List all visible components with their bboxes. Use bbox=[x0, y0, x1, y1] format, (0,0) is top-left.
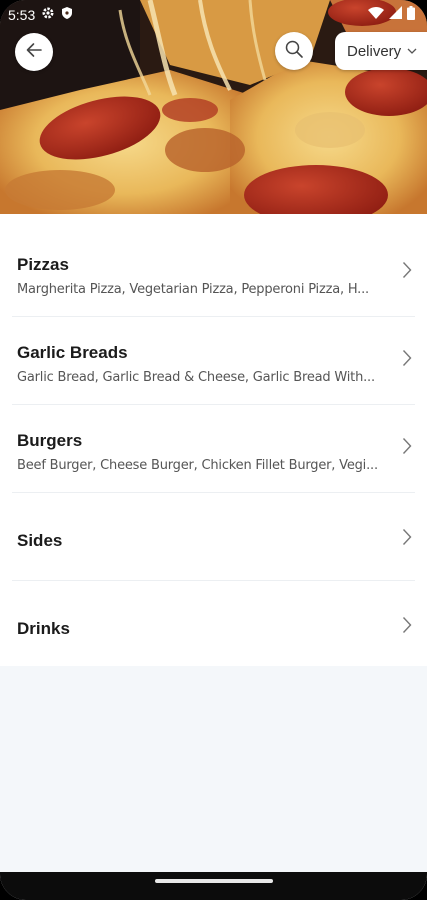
battery-icon bbox=[407, 5, 415, 25]
order-mode-dropdown[interactable]: Delivery bbox=[335, 32, 427, 70]
category-items: Margherita Pizza, Vegetarian Pizza, Pepp… bbox=[17, 282, 369, 297]
system-navigation-bar bbox=[0, 872, 427, 900]
category-title: Burgers bbox=[17, 431, 83, 450]
status-time: 5:53 bbox=[8, 7, 36, 23]
home-indicator[interactable] bbox=[154, 879, 273, 883]
category-items: Beef Burger, Cheese Burger, Chicken Fill… bbox=[17, 458, 378, 473]
category-row-drinks[interactable]: Drinks bbox=[12, 581, 415, 669]
arrow-left-icon bbox=[24, 40, 44, 65]
category-row-sides[interactable]: Sides bbox=[12, 493, 415, 581]
category-row-burgers[interactable]: Burgers Beef Burger, Cheese Burger, Chic… bbox=[12, 405, 415, 493]
chevron-right-icon bbox=[402, 528, 412, 551]
chevron-right-icon bbox=[402, 437, 412, 460]
gear-icon bbox=[41, 6, 55, 25]
category-row-pizzas[interactable]: Pizzas Margherita Pizza, Vegetarian Pizz… bbox=[12, 229, 415, 317]
chevron-right-icon bbox=[402, 261, 412, 284]
shield-icon bbox=[61, 6, 73, 25]
chevron-down-icon bbox=[407, 42, 417, 60]
search-icon bbox=[284, 39, 304, 64]
wifi-icon bbox=[368, 6, 384, 24]
category-list: Pizzas Margherita Pizza, Vegetarian Pizz… bbox=[0, 214, 427, 666]
search-button[interactable] bbox=[275, 32, 313, 70]
chevron-right-icon bbox=[402, 349, 412, 372]
category-title: Drinks bbox=[17, 619, 70, 638]
app-screen: 5:53 Delivery Pizzas Margherita Pizza, V… bbox=[0, 0, 427, 900]
category-row-garlic-breads[interactable]: Garlic Breads Garlic Bread, Garlic Bread… bbox=[12, 317, 415, 405]
back-button[interactable] bbox=[15, 33, 53, 71]
category-title: Garlic Breads bbox=[17, 343, 128, 362]
status-bar: 5:53 bbox=[0, 0, 427, 30]
chevron-right-icon bbox=[402, 616, 412, 639]
category-title: Pizzas bbox=[17, 255, 69, 274]
cellular-icon bbox=[389, 6, 402, 24]
category-items: Garlic Bread, Garlic Bread & Cheese, Gar… bbox=[17, 370, 375, 385]
category-title: Sides bbox=[17, 531, 63, 550]
order-mode-label: Delivery bbox=[347, 42, 402, 60]
